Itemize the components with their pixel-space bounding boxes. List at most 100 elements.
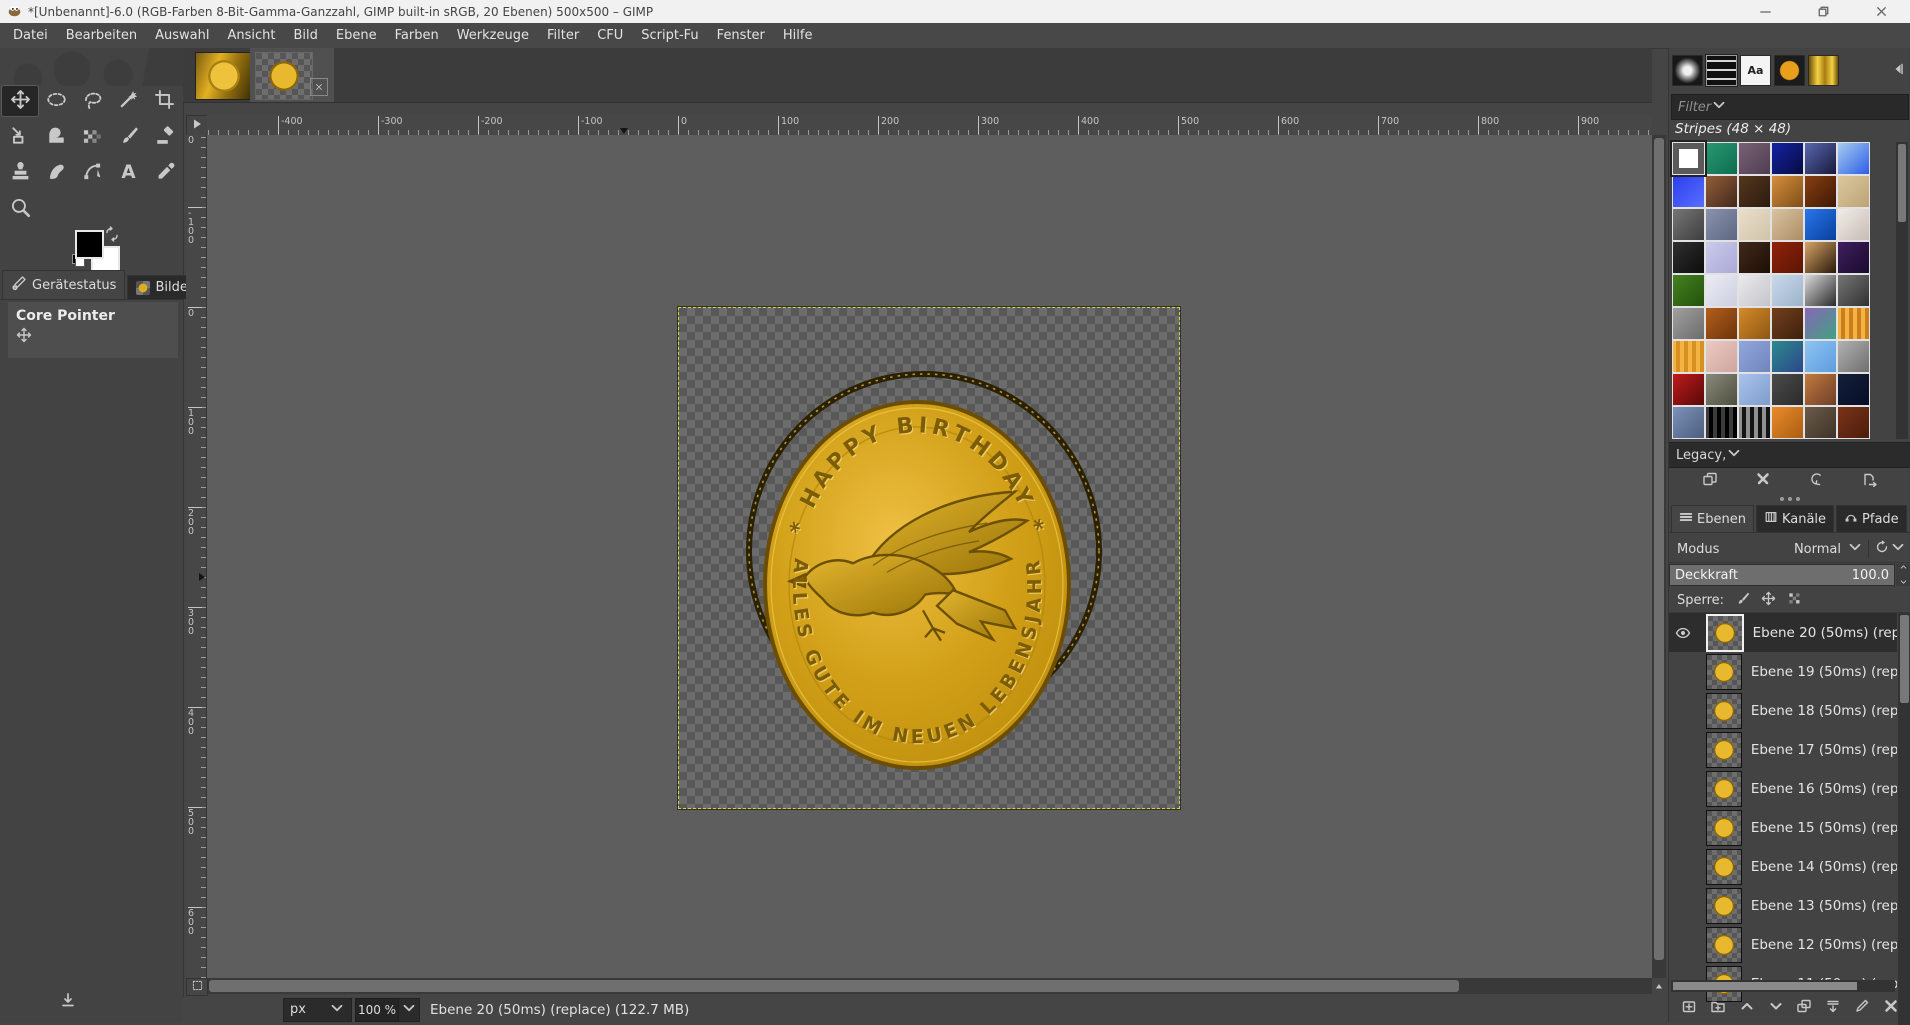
pattern-swatch[interactable] <box>1672 274 1705 307</box>
pattern-swatch[interactable] <box>1705 340 1738 373</box>
pattern-swatch[interactable] <box>1837 175 1870 208</box>
lock-position-icon[interactable] <box>1761 591 1776 610</box>
pattern-swatch[interactable] <box>1804 406 1837 439</box>
layer-row[interactable]: Ebene 17 (50ms) (replace) <box>1669 730 1897 769</box>
tool-eraser[interactable] <box>146 122 182 152</box>
pattern-swatch[interactable] <box>1672 340 1705 373</box>
visibility-eye-icon[interactable] <box>1675 625 1693 641</box>
canvas-viewport[interactable]: * HAPPY BIRTHDAY * * HAPPY BIRTHDAY * AL… <box>207 135 1652 978</box>
pattern-swatch[interactable] <box>1672 241 1705 274</box>
mode-dropdown[interactable]: Normal <box>1794 539 1863 559</box>
pattern-swatch[interactable] <box>1837 208 1870 241</box>
pattern-scrollbar[interactable] <box>1896 142 1908 439</box>
pattern-swatch[interactable] <box>1738 406 1771 439</box>
pattern-swatch[interactable] <box>1672 406 1705 439</box>
pattern-swatch[interactable] <box>1738 142 1771 175</box>
layer-thumbnail[interactable] <box>1705 731 1742 768</box>
foreground-color-swatch[interactable] <box>75 230 104 259</box>
pattern-swatch[interactable] <box>1771 340 1804 373</box>
pattern-swatch[interactable] <box>1771 406 1804 439</box>
pattern-swatch[interactable] <box>1837 373 1870 406</box>
layer-thumbnail[interactable] <box>1705 926 1742 963</box>
menu-datei[interactable]: Datei <box>4 25 57 46</box>
pattern-swatch[interactable] <box>1804 373 1837 406</box>
chevron-down-icon[interactable] <box>1890 539 1906 559</box>
menu-farben[interactable]: Farben <box>386 25 448 46</box>
pattern-swatch[interactable] <box>1705 373 1738 406</box>
dialog-tab-brushes[interactable] <box>1672 55 1703 86</box>
tool-free-select[interactable] <box>74 86 110 116</box>
menu-fenster[interactable]: Fenster <box>708 25 774 46</box>
menu-werkzeuge[interactable]: Werkzeuge <box>448 25 538 46</box>
layer-thumbnail[interactable] <box>1705 653 1742 690</box>
pattern-swatch[interactable] <box>1837 142 1870 175</box>
pattern-swatch[interactable] <box>1804 175 1837 208</box>
layer-thumbnail[interactable] <box>1705 887 1742 924</box>
layer-row[interactable]: Ebene 20 (50ms) (replace) <box>1669 613 1897 652</box>
pattern-swatch[interactable] <box>1705 406 1738 439</box>
menu-bearbeiten[interactable]: Bearbeiten <box>57 25 146 46</box>
scrollbar-thumb[interactable] <box>209 980 1459 992</box>
menu-scriptfu[interactable]: Script-Fu <box>632 25 707 46</box>
pattern-swatch[interactable] <box>1771 241 1804 274</box>
tab-ebenen[interactable]: Ebenen <box>1671 505 1754 532</box>
canvas-navigation-button[interactable] <box>1652 980 1666 994</box>
close-button[interactable] <box>1852 0 1910 23</box>
tool-text[interactable]: A <box>110 158 146 188</box>
pattern-swatch[interactable] <box>1738 307 1771 340</box>
lower-layer-button[interactable] <box>1768 998 1784 1018</box>
pattern-swatch[interactable] <box>1738 208 1771 241</box>
tool-clone[interactable] <box>2 158 38 188</box>
tab-geraetestatus[interactable]: i Gerätestatus <box>2 270 126 299</box>
dock-resize-handle[interactable] <box>1669 497 1910 501</box>
dialog-tab-gradients[interactable] <box>1808 55 1839 86</box>
tool-fuzzy-select[interactable] <box>110 86 146 116</box>
layer-thumbnail[interactable] <box>1705 613 1744 652</box>
horizontal-ruler[interactable]: -400 -300 -200 -100 0 100 200 300 400 500 600 700 80… <box>207 115 1652 136</box>
tag-filter-dropdown[interactable]: Legacy, <box>1669 442 1910 468</box>
scrollbar-thumb[interactable] <box>1898 144 1906 222</box>
pattern-swatch[interactable] <box>1672 175 1705 208</box>
tool-crop[interactable] <box>146 86 182 116</box>
layer-thumbnail[interactable] <box>1705 770 1742 807</box>
close-image-icon[interactable] <box>310 78 328 96</box>
quick-mask-toggle[interactable] <box>186 978 208 996</box>
pattern-swatch[interactable] <box>1837 274 1870 307</box>
tool-move[interactable] <box>2 86 38 116</box>
image-tab-coin-opaque[interactable] <box>195 52 253 100</box>
layer-row[interactable]: Ebene 15 (50ms) (replace) <box>1669 808 1897 847</box>
pattern-swatch[interactable] <box>1672 373 1705 406</box>
tool-paintbrush[interactable] <box>110 122 146 152</box>
anchor-layer-button[interactable] <box>1854 998 1870 1018</box>
menu-auswahl[interactable]: Auswahl <box>146 25 218 46</box>
zoom-dropdown-button[interactable] <box>399 997 420 1022</box>
delete-layer-button[interactable] <box>1883 998 1899 1018</box>
raise-layer-button[interactable] <box>1739 998 1755 1018</box>
layer-row[interactable]: Ebene 18 (50ms) (replace) <box>1669 691 1897 730</box>
restore-button[interactable] <box>1794 0 1852 23</box>
pattern-swatch[interactable] <box>1804 241 1837 274</box>
scrollbar-thumb[interactable] <box>1900 615 1909 703</box>
pattern-swatch[interactable] <box>1705 175 1738 208</box>
duplicate-pattern-button[interactable] <box>1702 471 1718 491</box>
delete-pattern-button[interactable] <box>1755 471 1771 491</box>
ruler-origin-button[interactable] <box>186 115 208 136</box>
pattern-swatch[interactable] <box>1672 142 1705 175</box>
pattern-swatch[interactable] <box>1837 406 1870 439</box>
menu-ansicht[interactable]: Ansicht <box>218 25 284 46</box>
pattern-swatch[interactable] <box>1804 274 1837 307</box>
canvas-vertical-scrollbar[interactable] <box>1652 135 1666 978</box>
pattern-swatch[interactable] <box>1705 241 1738 274</box>
pattern-swatch[interactable] <box>1804 307 1837 340</box>
dock-menu-icon[interactable] <box>1890 61 1906 81</box>
tool-gradient[interactable] <box>74 122 110 152</box>
tab-kanaele[interactable]: Kanäle <box>1755 505 1835 532</box>
pattern-swatch[interactable] <box>1804 142 1837 175</box>
pattern-swatch[interactable] <box>1771 274 1804 307</box>
unit-dropdown[interactable]: px <box>283 997 352 1022</box>
image-tab-coin-alpha[interactable] <box>250 48 334 102</box>
pattern-swatch[interactable] <box>1705 274 1738 307</box>
layer-thumbnail[interactable] <box>1705 692 1742 729</box>
pattern-swatch[interactable] <box>1672 307 1705 340</box>
menu-bild[interactable]: Bild <box>285 25 327 46</box>
